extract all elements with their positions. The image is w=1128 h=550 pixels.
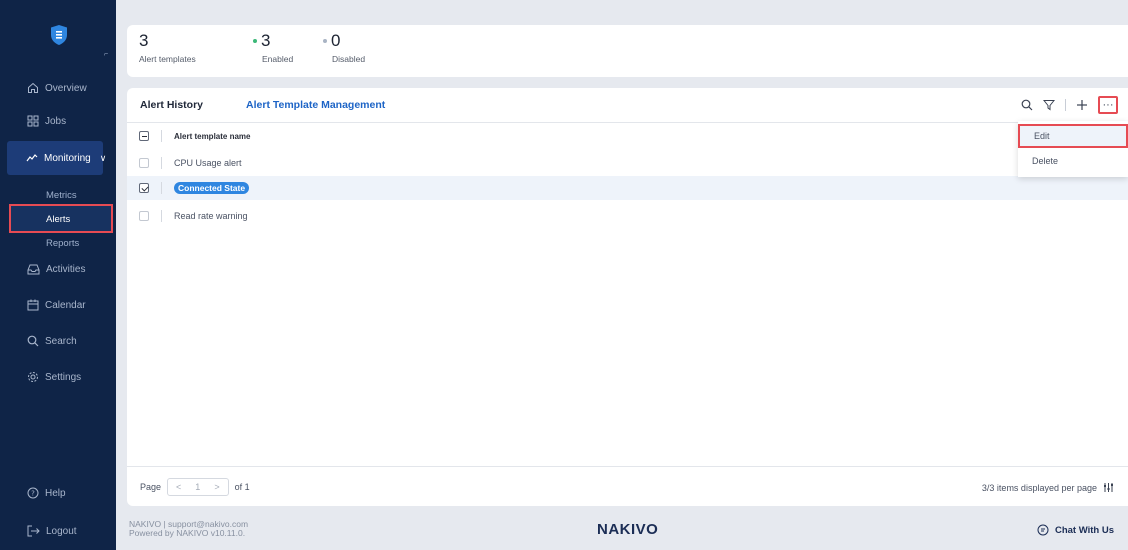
nav-monitoring[interactable]: Monitoring ∨ xyxy=(7,141,106,175)
logo-caret-icon[interactable]: ⌐ xyxy=(104,51,108,58)
column-separator xyxy=(161,130,162,142)
nav-help[interactable]: ? Help xyxy=(10,482,110,504)
column-settings-icon[interactable] xyxy=(1103,482,1114,493)
table-row[interactable]: Connected State xyxy=(127,176,1128,200)
menu-item-delete[interactable]: Delete xyxy=(1018,149,1128,173)
nav-monitoring-label: Monitoring xyxy=(44,152,91,164)
stat-alert-templates[interactable]: 3 Alert templates xyxy=(139,31,196,64)
main-card: Alert History Alert Template Management … xyxy=(127,88,1128,506)
stat-label: Alert templates xyxy=(139,54,196,64)
svg-text:?: ? xyxy=(31,490,35,498)
footer-line2: Powered by NAKIVO v10.11.0. xyxy=(129,528,246,538)
sub-reports[interactable]: Reports xyxy=(46,238,79,249)
more-options-button[interactable]: ··· xyxy=(1098,96,1118,114)
nav-logout-label: Logout xyxy=(46,525,77,537)
stat-label: Disabled xyxy=(332,54,366,64)
prev-page-icon[interactable]: < xyxy=(176,482,181,492)
row-name[interactable]: Connected State xyxy=(174,182,250,194)
nav-jobs-label: Jobs xyxy=(45,115,67,127)
page-count: of 1 xyxy=(234,482,250,492)
row-name[interactable]: CPU Usage alert xyxy=(174,158,242,168)
sub-metrics[interactable]: Metrics xyxy=(46,190,77,201)
stat-value: 3 xyxy=(261,31,271,50)
shield-logo-icon[interactable] xyxy=(50,24,68,46)
pager-box: < 1 > xyxy=(167,478,229,496)
header-divider xyxy=(127,122,1128,123)
grid-icon xyxy=(27,115,39,127)
column-separator xyxy=(161,210,162,222)
logout-icon xyxy=(27,525,40,537)
pagination: Page < 1 > of 1 xyxy=(140,478,250,496)
home-icon xyxy=(28,82,38,93)
help-icon: ? xyxy=(27,487,39,499)
nav-calendar-label: Calendar xyxy=(45,299,86,311)
footer-copyright: NAKIVO | support@nakivo.com Powered by N… xyxy=(129,520,248,538)
column-separator xyxy=(161,182,162,194)
items-info: 3/3 items displayed per page xyxy=(982,482,1114,493)
menu-item-edit[interactable]: Edit xyxy=(1018,124,1128,148)
nav-overview-label: Overview xyxy=(45,82,87,94)
nav-jobs[interactable]: Jobs xyxy=(10,110,110,132)
footer: NAKIVO | support@nakivo.com Powered by N… xyxy=(116,508,1128,550)
pager-label: Page xyxy=(140,482,162,492)
tab-alert-template-management[interactable]: Alert Template Management xyxy=(246,99,385,111)
nav-activities[interactable]: Activities xyxy=(10,258,110,280)
nav-overview[interactable]: Overview xyxy=(10,77,110,99)
column-separator xyxy=(161,157,162,169)
select-all-checkbox[interactable] xyxy=(139,131,149,141)
nav-logout[interactable]: Logout xyxy=(10,520,110,542)
column-header-name[interactable]: Alert template name xyxy=(174,132,250,141)
chat-icon xyxy=(1037,524,1049,536)
tab-alert-history[interactable]: Alert History xyxy=(140,99,203,111)
more-options-menu: Edit Delete xyxy=(1018,121,1128,177)
search-icon[interactable] xyxy=(1021,99,1033,111)
toolbar: ··· xyxy=(1021,96,1118,114)
pulse-icon xyxy=(26,154,38,162)
table-row[interactable]: CPU Usage alert xyxy=(127,151,1128,175)
nav-search[interactable]: Search xyxy=(10,330,110,352)
sidebar: ⌐ Overview Jobs Monitoring ∨ Metrics Ale… xyxy=(0,0,116,550)
stat-enabled[interactable]: 3 Enabled xyxy=(253,31,293,64)
row-checkbox[interactable] xyxy=(139,183,149,193)
stat-value: 0 xyxy=(331,31,341,50)
nakivo-logo: NAKIVO xyxy=(597,521,659,538)
chevron-down-icon: ∨ xyxy=(99,152,107,163)
disabled-dot-icon xyxy=(323,39,327,43)
nav-settings[interactable]: Settings xyxy=(10,366,110,388)
ellipsis-icon: ··· xyxy=(1102,98,1114,111)
sub-alerts[interactable]: Alerts xyxy=(46,214,70,225)
gear-icon xyxy=(28,372,38,382)
pager-divider xyxy=(127,466,1128,467)
nav-activities-label: Activities xyxy=(46,263,86,275)
nav-help-label: Help xyxy=(45,487,66,499)
toolbar-separator xyxy=(1065,99,1066,111)
items-per-page-text: 3/3 items displayed per page xyxy=(981,482,1097,493)
nav-search-label: Search xyxy=(45,335,77,347)
inbox-icon xyxy=(27,264,40,274)
enabled-dot-icon xyxy=(253,39,257,43)
stats-card: 3 Alert templates 3 Enabled 0 Disabled xyxy=(127,25,1128,77)
stat-value: 3 xyxy=(139,31,149,50)
add-icon[interactable] xyxy=(1076,99,1088,111)
stat-disabled[interactable]: 0 Disabled xyxy=(323,31,365,64)
row-checkbox[interactable] xyxy=(139,211,149,221)
nav-settings-label: Settings xyxy=(45,371,82,383)
next-page-icon[interactable]: > xyxy=(214,482,219,492)
stat-label: Enabled xyxy=(262,54,294,64)
calendar-icon xyxy=(27,299,39,311)
table-row[interactable]: Read rate warning xyxy=(127,204,1128,228)
chat-label: Chat With Us xyxy=(1054,524,1114,536)
filter-icon[interactable] xyxy=(1043,99,1055,111)
nav-calendar[interactable]: Calendar xyxy=(10,294,110,316)
table-header-row: Alert template name xyxy=(127,124,1128,148)
tabs: Alert History Alert Template Management xyxy=(140,99,385,111)
row-name[interactable]: Read rate warning xyxy=(174,211,248,221)
page-number-input[interactable]: 1 xyxy=(195,482,200,492)
chat-with-us-button[interactable]: Chat With Us xyxy=(1037,524,1114,536)
row-checkbox[interactable] xyxy=(139,158,149,168)
search-icon xyxy=(27,335,39,347)
